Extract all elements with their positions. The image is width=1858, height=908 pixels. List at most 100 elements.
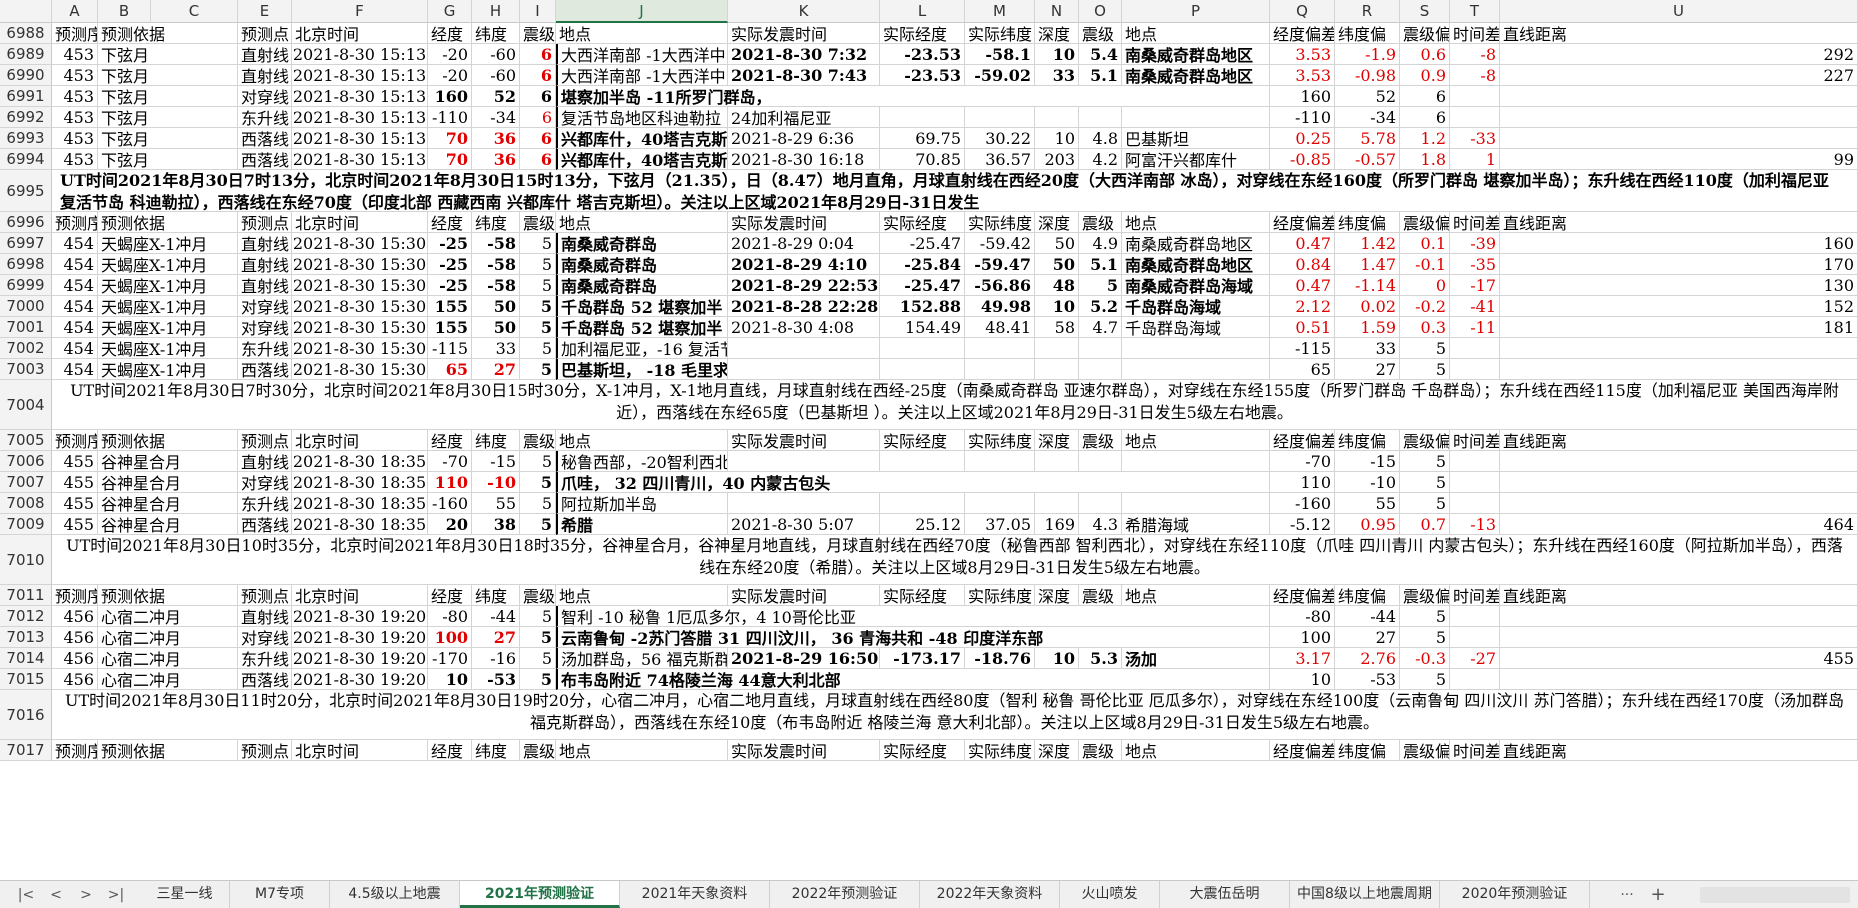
- row-header[interactable]: 6997: [0, 233, 52, 254]
- table-cell[interactable]: 5: [1400, 606, 1450, 627]
- table-cell[interactable]: 100: [428, 627, 472, 648]
- table-cell[interactable]: -53: [472, 669, 520, 690]
- table-cell[interactable]: -0.85: [1270, 149, 1335, 170]
- sheet-tab[interactable]: 2022年天象资料: [920, 881, 1060, 908]
- table-cell[interactable]: 70.85: [880, 149, 965, 170]
- table-cell[interactable]: 阿富汗兴都库什: [1122, 149, 1270, 170]
- table-cell[interactable]: 456: [52, 606, 98, 627]
- table-cell[interactable]: 454: [52, 254, 98, 275]
- row-header[interactable]: 6993: [0, 128, 52, 149]
- table-cell[interactable]: [1500, 128, 1858, 149]
- table-cell[interactable]: 巴基斯坦， -18 毛里求斯: [556, 359, 728, 380]
- table-cell[interactable]: 千岛群岛海域: [1122, 317, 1270, 338]
- table-cell[interactable]: [1079, 338, 1122, 359]
- sheet-tab[interactable]: 火山喷发: [1060, 881, 1160, 908]
- table-cell[interactable]: 2021-8-30 19:20: [292, 627, 428, 648]
- table-cell[interactable]: 下弦月: [98, 128, 238, 149]
- table-cell[interactable]: 0.47: [1270, 233, 1335, 254]
- table-cell[interactable]: 30.22: [965, 128, 1035, 149]
- table-cell[interactable]: 巴基斯坦: [1122, 128, 1270, 149]
- table-cell[interactable]: 2021-8-30 15:30: [292, 296, 428, 317]
- table-cell[interactable]: 33: [472, 338, 520, 359]
- table-cell[interactable]: [880, 338, 965, 359]
- table-cell[interactable]: -58.1: [965, 44, 1035, 65]
- table-cell[interactable]: 455: [52, 451, 98, 472]
- table-cell[interactable]: 对穿线: [238, 296, 292, 317]
- table-cell[interactable]: 心宿二冲月: [98, 669, 238, 690]
- table-cell[interactable]: 2021-8-30 7:43: [728, 65, 880, 86]
- table-cell[interactable]: -34: [1335, 107, 1400, 128]
- sheet-tab[interactable]: 2021年天象资料: [620, 881, 770, 908]
- table-cell[interactable]: [1122, 493, 1270, 514]
- more-sheets-button[interactable]: ···: [1612, 884, 1642, 906]
- table-cell[interactable]: -1.9: [1335, 44, 1400, 65]
- table-cell[interactable]: 456: [52, 669, 98, 690]
- table-cell[interactable]: [965, 107, 1035, 128]
- table-cell[interactable]: 2021-8-30 15:30: [292, 275, 428, 296]
- table-cell[interactable]: 181: [1500, 317, 1858, 338]
- table-cell[interactable]: 1.47: [1335, 254, 1400, 275]
- table-cell[interactable]: [1079, 107, 1122, 128]
- table-cell[interactable]: 堪察加半岛 -11所罗门群岛，: [556, 86, 1270, 107]
- column-header-p[interactable]: P: [1122, 0, 1270, 23]
- table-cell[interactable]: 10: [1035, 44, 1079, 65]
- table-cell[interactable]: [1122, 338, 1270, 359]
- table-cell[interactable]: -34: [472, 107, 520, 128]
- column-header-u[interactable]: U: [1500, 0, 1858, 23]
- table-cell[interactable]: 2021-8-29 16:50: [728, 648, 880, 669]
- table-cell[interactable]: [1500, 606, 1858, 627]
- table-cell[interactable]: 下弦月: [98, 107, 238, 128]
- column-header-t[interactable]: T: [1450, 0, 1500, 23]
- table-cell[interactable]: 227: [1500, 65, 1858, 86]
- table-cell[interactable]: -0.98: [1335, 65, 1400, 86]
- table-cell[interactable]: 兴都库什，40塔吉克斯: [556, 128, 728, 149]
- table-cell[interactable]: 南桑威奇群岛海域: [1122, 275, 1270, 296]
- table-cell[interactable]: 2021-8-30 18:35: [292, 514, 428, 535]
- table-cell[interactable]: 130: [1500, 275, 1858, 296]
- column-header-r[interactable]: R: [1335, 0, 1400, 23]
- table-cell[interactable]: 5: [1400, 472, 1450, 493]
- row-header[interactable]: 7000: [0, 296, 52, 317]
- table-cell[interactable]: 49.98: [965, 296, 1035, 317]
- row-header[interactable]: 7007: [0, 472, 52, 493]
- column-header-s[interactable]: S: [1400, 0, 1450, 23]
- row-header[interactable]: 7001: [0, 317, 52, 338]
- table-cell[interactable]: 2021-8-30 15:13: [292, 65, 428, 86]
- table-cell[interactable]: 南桑威奇群岛: [556, 254, 728, 275]
- table-cell[interactable]: -0.2: [1400, 296, 1450, 317]
- table-cell[interactable]: -23.53: [880, 44, 965, 65]
- table-cell[interactable]: 6: [520, 128, 556, 149]
- table-cell[interactable]: -25: [428, 233, 472, 254]
- table-cell[interactable]: [728, 451, 880, 472]
- table-cell[interactable]: -170: [428, 648, 472, 669]
- table-cell[interactable]: 0.3: [1400, 317, 1450, 338]
- row-header[interactable]: 6999: [0, 275, 52, 296]
- table-cell[interactable]: 6: [520, 86, 556, 107]
- table-cell[interactable]: -25.84: [880, 254, 965, 275]
- table-cell[interactable]: 2021-8-30 19:20: [292, 648, 428, 669]
- table-cell[interactable]: 5: [1400, 359, 1450, 380]
- table-cell[interactable]: 0.95: [1335, 514, 1400, 535]
- table-cell[interactable]: 千岛群岛海域: [1122, 296, 1270, 317]
- row-header[interactable]: 6996: [0, 212, 52, 233]
- table-cell[interactable]: 0.02: [1335, 296, 1400, 317]
- last-sheet-button[interactable]: >|: [104, 884, 128, 906]
- table-cell[interactable]: -58: [472, 254, 520, 275]
- table-cell[interactable]: 152: [1500, 296, 1858, 317]
- table-cell[interactable]: 5: [1079, 275, 1122, 296]
- table-cell[interactable]: 西落线: [238, 359, 292, 380]
- table-cell[interactable]: 天蝎座X-1冲月: [98, 296, 238, 317]
- table-cell[interactable]: [1500, 627, 1858, 648]
- row-header[interactable]: 7009: [0, 514, 52, 535]
- sheet-tab[interactable]: 4.5级以上地震: [330, 881, 460, 908]
- table-cell[interactable]: 5: [520, 606, 556, 627]
- table-cell[interactable]: -25: [428, 275, 472, 296]
- table-cell[interactable]: [880, 359, 965, 380]
- table-cell[interactable]: 2021-8-30 18:35: [292, 472, 428, 493]
- table-cell[interactable]: -15: [472, 451, 520, 472]
- table-cell[interactable]: 152.88: [880, 296, 965, 317]
- table-cell[interactable]: 谷神星合月: [98, 451, 238, 472]
- table-cell[interactable]: 453: [52, 128, 98, 149]
- table-cell[interactable]: 1.2: [1400, 128, 1450, 149]
- table-cell[interactable]: 52: [472, 86, 520, 107]
